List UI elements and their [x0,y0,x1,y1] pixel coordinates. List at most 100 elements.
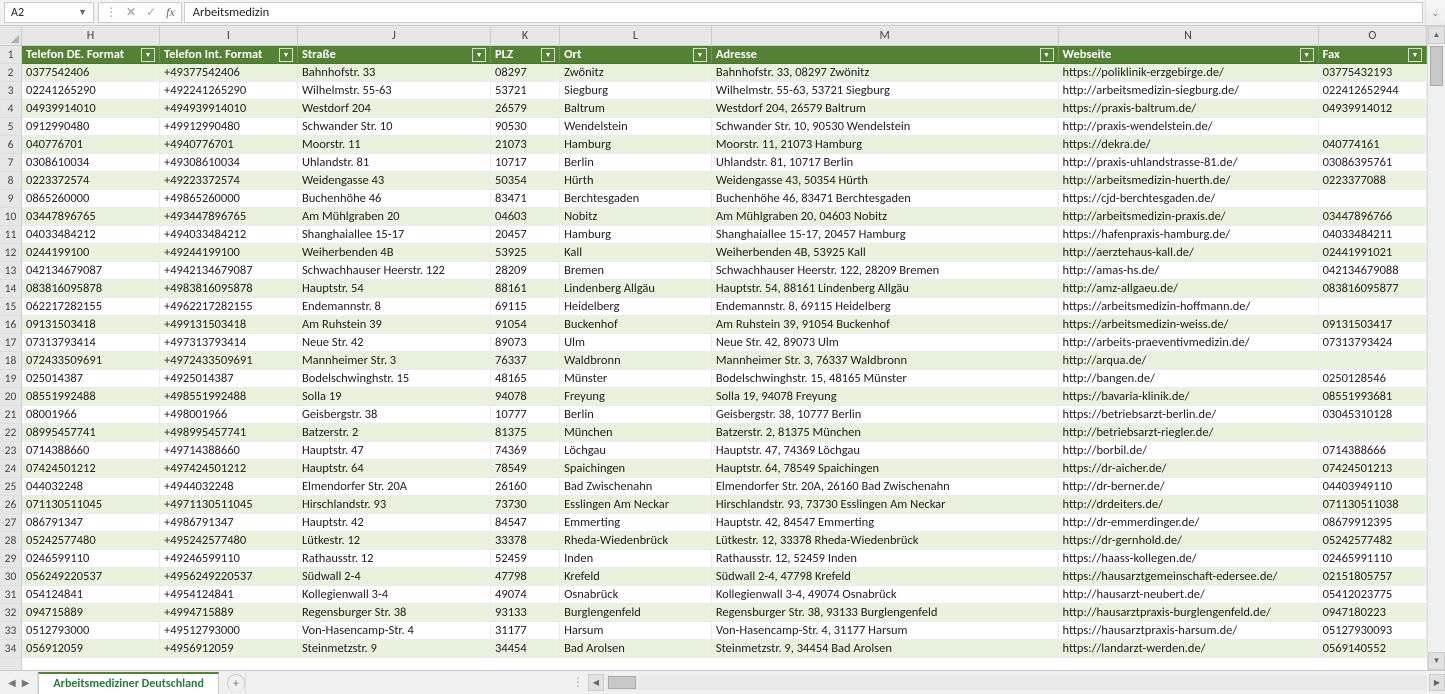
cell[interactable]: Schwachhauser Heerstr. 122, 28209 Bremen [712,262,1059,279]
cell[interactable]: Südwall 2-4 [298,568,491,585]
row-header[interactable]: 33 [0,622,21,640]
cell[interactable]: Kollegienwall 3-4, 49074 Osnabrück [712,586,1059,603]
cell[interactable]: 042134679088 [1319,262,1427,279]
cell[interactable]: Elmendorfer Str. 20A, 26160 Bad Zwischen… [712,478,1059,495]
cell[interactable]: 05242577480 [22,532,160,549]
cell[interactable]: +49223372574 [160,172,298,189]
cell[interactable]: http://arbeits-praeventivmedizin.de/ [1059,334,1319,351]
cell[interactable]: Hauptstr. 42 [298,514,491,531]
cell[interactable]: 47798 [491,568,560,585]
cell[interactable]: http://dr-berner.de/ [1059,478,1319,495]
filter-dropdown-icon[interactable]: ▼ [693,48,707,62]
formula-input[interactable]: Arbeitsmedizin [184,2,1423,23]
cell[interactable]: 04033484211 [1319,226,1427,243]
scroll-up-icon[interactable]: ▲ [1428,26,1445,44]
cell[interactable]: http://dr-emmerdinger.de/ [1059,514,1319,531]
row-header[interactable]: 26 [0,496,21,514]
cell[interactable]: Hirschlandstr. 93, 73730 Esslingen Am Ne… [712,496,1059,513]
cell[interactable]: 071130511038 [1319,496,1427,513]
cell[interactable]: 21073 [491,136,560,153]
cell[interactable]: Hürth [560,172,712,189]
column-header-J[interactable]: J [298,26,491,45]
cell[interactable]: Lütkestr. 12 [298,532,491,549]
cell[interactable]: Shanghaiallee 15-17 [298,226,491,243]
row-header[interactable]: 32 [0,604,21,622]
row-header[interactable]: 19 [0,370,21,388]
cell[interactable]: 48165 [491,370,560,387]
cell[interactable]: 07313793414 [22,334,160,351]
cell[interactable]: Berlin [560,406,712,423]
row-header[interactable]: 4 [0,100,21,118]
filter-dropdown-icon[interactable]: ▼ [1408,48,1422,62]
row-header[interactable]: 17 [0,334,21,352]
cell[interactable]: 056249220537 [22,568,160,585]
cell[interactable]: Am Mühlgraben 20, 04603 Nobitz [712,208,1059,225]
cell[interactable]: 69115 [491,298,560,315]
cell[interactable]: 0223372574 [22,172,160,189]
row-header[interactable]: 16 [0,316,21,334]
cell[interactable]: 09131503417 [1319,316,1427,333]
cell[interactable]: 08551993681 [1319,388,1427,405]
cell[interactable]: http://borbil.de/ [1059,442,1319,459]
cell[interactable]: Weidengasse 43 [298,172,491,189]
cell[interactable]: 91054 [491,316,560,333]
cell[interactable]: +4956249220537 [160,568,298,585]
cell[interactable]: München [560,424,712,441]
cell[interactable]: +497424501212 [160,460,298,477]
cell[interactable]: 071130511045 [22,496,160,513]
table-header-cell[interactable]: PLZ▼ [491,46,560,63]
column-header-M[interactable]: M [712,26,1059,45]
chevron-down-icon[interactable]: ▼ [78,7,87,18]
cell[interactable]: 26579 [491,100,560,117]
cell[interactable]: 02441991021 [1319,244,1427,261]
cell[interactable]: Am Ruhstein 39 [298,316,491,333]
cell[interactable]: Hamburg [560,136,712,153]
cell[interactable]: Shanghaiallee 15-17, 20457 Hamburg [712,226,1059,243]
cell[interactable]: Batzerstr. 2, 81375 München [712,424,1059,441]
cell[interactable]: 09131503418 [22,316,160,333]
cell[interactable]: 0223377088 [1319,172,1427,189]
cell[interactable]: Siegburg [560,82,712,99]
name-box[interactable]: A2 ▼ [4,2,94,23]
cell[interactable]: http://arbeitsmedizin-praxis.de/ [1059,208,1319,225]
cell[interactable]: https://hafenpraxis-hamburg.de/ [1059,226,1319,243]
cell[interactable]: Von-Hasencamp-Str. 4 [298,622,491,639]
cell[interactable]: Lütkestr. 12, 33378 Rheda-Wiedenbrück [712,532,1059,549]
cell[interactable] [1319,190,1427,207]
cell[interactable]: +4983816095878 [160,280,298,297]
cell[interactable]: 083816095878 [22,280,160,297]
table-header-cell[interactable]: Telefon DE. Format▼ [22,46,160,63]
h-track[interactable] [606,675,1427,690]
row-header[interactable]: 3 [0,82,21,100]
cell[interactable]: +498995457741 [160,424,298,441]
scroll-thumb-vertical[interactable] [1430,46,1443,86]
cell[interactable]: 083816095877 [1319,280,1427,297]
cell[interactable]: https://poliklinik-erzgebirge.de/ [1059,64,1319,81]
cell[interactable]: 04403949110 [1319,478,1427,495]
cell[interactable]: https://dekra.de/ [1059,136,1319,153]
cell[interactable]: Mannheimer Str. 3 [298,352,491,369]
cell[interactable]: 02465991110 [1319,550,1427,567]
cell[interactable]: +499131503418 [160,316,298,333]
cell[interactable]: +4971130511045 [160,496,298,513]
column-header-L[interactable]: L [560,26,712,45]
cell[interactable]: 025014387 [22,370,160,387]
cell[interactable]: Regensburger Str. 38, 93133 Burglengenfe… [712,604,1059,621]
splitter-icon[interactable]: ⋮ [572,671,584,694]
cell[interactable]: Rheda-Wiedenbrück [560,532,712,549]
horizontal-scrollbar[interactable]: ⋮ ◀ ▶ [245,671,1445,694]
cell[interactable]: +49512793000 [160,622,298,639]
cell[interactable]: 08995457741 [22,424,160,441]
cell[interactable]: Geisbergstr. 38, 10777 Berlin [712,406,1059,423]
cell[interactable]: 07313793424 [1319,334,1427,351]
row-header[interactable]: 30 [0,568,21,586]
cell[interactable]: +49377542406 [160,64,298,81]
cell[interactable]: Hauptstr. 54, 88161 Lindenberg Allgäu [712,280,1059,297]
cell[interactable]: Steinmetzstr. 9, 34454 Bad Arolsen [712,640,1059,657]
cell[interactable]: Harsum [560,622,712,639]
cell[interactable]: +4962217282155 [160,298,298,315]
cell[interactable]: Neue Str. 42 [298,334,491,351]
filter-dropdown-icon[interactable]: ▼ [141,48,155,62]
cell[interactable]: Endemannstr. 8 [298,298,491,315]
row-header[interactable]: 13 [0,262,21,280]
